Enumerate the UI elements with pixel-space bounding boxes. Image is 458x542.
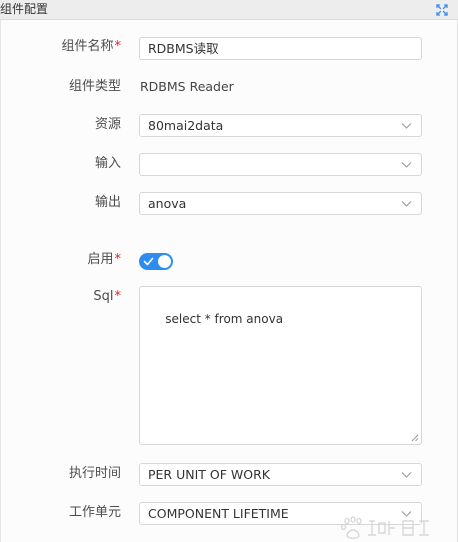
enabled-label: 启用* xyxy=(87,252,122,267)
panel-header: 组件配置 xyxy=(0,0,458,20)
enabled-toggle[interactable] xyxy=(139,253,173,270)
component-name-input[interactable]: RDBMS读取 xyxy=(139,37,422,60)
component-config-form: 组件名称* RDBMS读取 组件类型 RDBMS Reader 资源 80mai… xyxy=(0,20,458,542)
resource-label: 资源 xyxy=(94,117,121,132)
chevron-down-icon xyxy=(401,472,412,478)
sql-label: Sql* xyxy=(93,289,122,304)
collapse-arrows-icon[interactable] xyxy=(435,2,449,16)
sql-textarea[interactable]: select * from anova xyxy=(139,286,422,445)
resource-value: 80mai2data xyxy=(148,118,224,133)
panel-title: 组件配置 xyxy=(0,2,49,16)
output-label: 输出 xyxy=(94,195,121,210)
resource-select[interactable]: 80mai2data xyxy=(139,114,422,137)
chevron-down-icon xyxy=(401,123,412,129)
chevron-down-icon xyxy=(401,162,412,168)
chevron-down-icon xyxy=(401,201,412,207)
check-icon xyxy=(143,257,154,266)
resize-grip-icon[interactable] xyxy=(411,434,419,442)
input-label: 输入 xyxy=(94,156,121,171)
name-label: 组件名称* xyxy=(61,39,122,54)
required-mark: * xyxy=(114,252,122,267)
work-unit-label: 工作单元 xyxy=(68,505,121,520)
exec-time-select[interactable]: PER UNIT OF WORK xyxy=(139,463,422,486)
baidu-watermark xyxy=(340,516,429,539)
output-value: anova xyxy=(148,196,187,211)
component-type-value: RDBMS Reader xyxy=(140,79,234,94)
output-select[interactable]: anova xyxy=(139,192,422,215)
toggle-knob xyxy=(158,255,171,268)
type-label: 组件类型 xyxy=(68,79,121,94)
sql-text: select * from anova xyxy=(165,312,284,326)
required-mark: * xyxy=(114,289,122,304)
exec-time-label: 执行时间 xyxy=(68,466,121,481)
input-select[interactable] xyxy=(139,153,422,176)
work-unit-value: COMPONENT LIFETIME xyxy=(148,506,289,521)
exec-time-value: PER UNIT OF WORK xyxy=(148,467,270,482)
required-mark: * xyxy=(114,39,122,54)
